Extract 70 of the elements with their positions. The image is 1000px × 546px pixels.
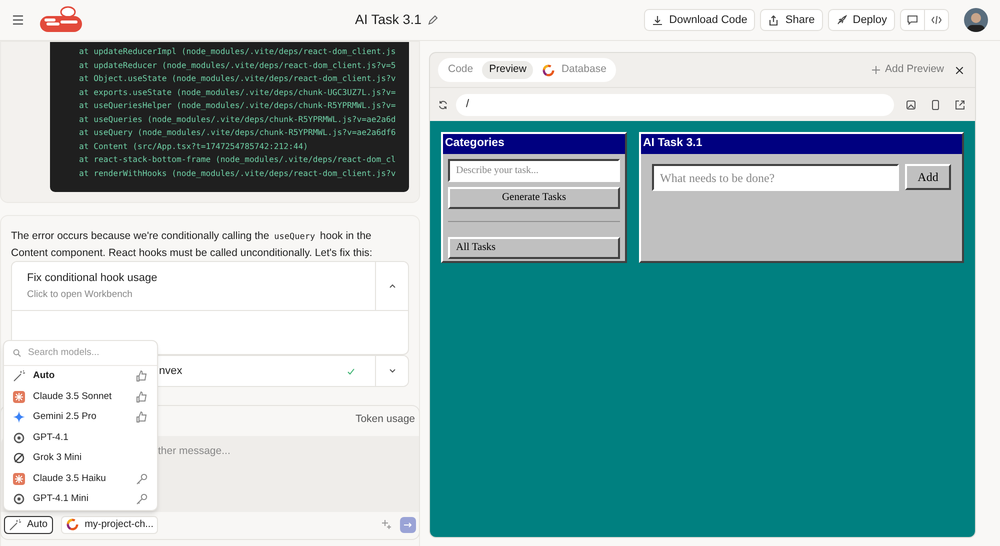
- magic-wand-icon: [13, 370, 25, 382]
- code-line: at useQuery (node_modules/.vite/deps/chunk-R5YPRMWL.js?v=ae2a6df6: [79, 126, 396, 139]
- starburst-icon: [13, 390, 25, 403]
- code-line: at updateReducerImpl (node_modules/.vite/deps/react-dom_client.js: [79, 45, 396, 58]
- starburst-icon: [13, 472, 25, 485]
- workbench-tab[interactable]: Code: [441, 61, 480, 79]
- refresh-icon[interactable]: [438, 100, 448, 110]
- todo-input-field[interactable]: What needs to be done?: [652, 164, 899, 191]
- header-button[interactable]: Download Code: [644, 9, 756, 31]
- pencil-icon[interactable]: [428, 15, 438, 25]
- window-title: Categories: [443, 134, 625, 154]
- code-line: at renderWithHooks (node_modules/.vite/deps/react-dom_client.js?v: [79, 166, 396, 180]
- url-field[interactable]: /: [456, 94, 894, 116]
- model-menu-item[interactable]: Auto: [4, 366, 157, 386]
- window-title: AI Task 3.1: [641, 134, 962, 154]
- header-button[interactable]: Share: [760, 9, 823, 31]
- tool-card-title: nvex: [159, 364, 184, 379]
- avatar[interactable]: [964, 8, 988, 32]
- chat-icon: [907, 15, 918, 25]
- tool-card-title: Fix conditional hook usage: [27, 270, 158, 286]
- model-menu-item[interactable]: Claude 3.5 Haiku: [4, 468, 157, 489]
- code-line: at Object.useState (node_modules/.vite/deps/react-dom_client.js?v: [79, 72, 396, 85]
- external-link-icon[interactable]: [955, 100, 965, 110]
- model-menu-item[interactable]: Grok 3 Mini: [4, 448, 157, 468]
- arrow-right-icon: [404, 522, 412, 528]
- generate-tasks-button[interactable]: Generate Tasks: [448, 187, 620, 209]
- tool-card-header[interactable]: Fix conditional hook usage Click to open Workbench: [12, 262, 408, 310]
- model-menu-item[interactable]: GPT-4.1 Mini: [4, 489, 157, 510]
- search-icon: [13, 349, 21, 357]
- code-line: at updateReducer (node_modules/.vite/deps/react-dom_client.js?v=5: [79, 58, 396, 72]
- model-menu-item[interactable]: Claude 3.5 Sonnet: [4, 386, 157, 407]
- sparkle-icon: [13, 411, 25, 424]
- project-button[interactable]: my-project-ch...: [60, 516, 158, 534]
- phone-icon[interactable]: [932, 100, 939, 110]
- rocket-icon: [836, 14, 847, 26]
- close-icon[interactable]: [956, 66, 963, 74]
- chevron-down-icon[interactable]: [388, 369, 396, 373]
- code-line: at useQueriesHelper (node_modules/.vite/deps/chunk-R5YPRMWL.js?v=: [79, 99, 396, 112]
- tool-card-subtitle: Click to open Workbench: [27, 288, 134, 302]
- model-menu-item[interactable]: GPT-4.1: [4, 428, 157, 448]
- code-line: at useQueries (node_modules/.vite/deps/chunk-R5YPRMWL.js?v=ae2a6d: [79, 112, 396, 126]
- code-line: at react-stack-bottom-frame (node_modules/.vite/deps/react-dom_cl: [79, 153, 396, 166]
- workbench-tab[interactable]: Preview: [482, 61, 534, 79]
- plus-icon: [872, 66, 880, 74]
- workbench-tab[interactable]: Database: [535, 61, 614, 79]
- magic-wand-icon: [9, 518, 21, 531]
- code-icon: [931, 15, 942, 25]
- model-menu-item[interactable]: Gemini 2.5 Pro: [4, 407, 157, 428]
- assistant-message: The error occurs because we're conditionally calling the useQuery hook in the Content component. React hooks must be called unconditionally. Let's fix this:: [11, 229, 374, 261]
- category-button[interactable]: All Tasks: [448, 236, 620, 259]
- download-icon: [652, 14, 664, 26]
- circle-slash-icon: [13, 452, 25, 464]
- tool-card-header[interactable]: nvex: [159, 356, 408, 386]
- project-title: AI Task 3.1: [355, 10, 422, 29]
- menu-icon[interactable]: [12, 15, 24, 25]
- chef-logo[interactable]: [38, 6, 84, 34]
- add-button[interactable]: Add: [905, 164, 951, 190]
- check-icon: [347, 368, 355, 374]
- model-button[interactable]: Auto: [4, 516, 53, 534]
- screenshot-icon[interactable]: [906, 100, 916, 110]
- ring-logo-icon: [542, 64, 556, 76]
- header-button[interactable]: Deploy: [828, 9, 895, 31]
- task-description-field[interactable]: Describe your task...: [448, 159, 620, 182]
- code-line: at Content (src/App.tsx?t=1747254785742:212:44): [79, 140, 308, 153]
- code-line: at exports.useState (node_modules/.vite/deps/chunk-UGC3UZ7L.js?v=: [79, 86, 396, 99]
- chevron-up-icon[interactable]: [388, 284, 396, 288]
- add-preview-button[interactable]: Add Preview: [872, 62, 944, 78]
- token-usage-label[interactable]: Token usage: [355, 412, 415, 428]
- ring-logo-icon: [66, 518, 79, 532]
- share-icon: [768, 14, 780, 26]
